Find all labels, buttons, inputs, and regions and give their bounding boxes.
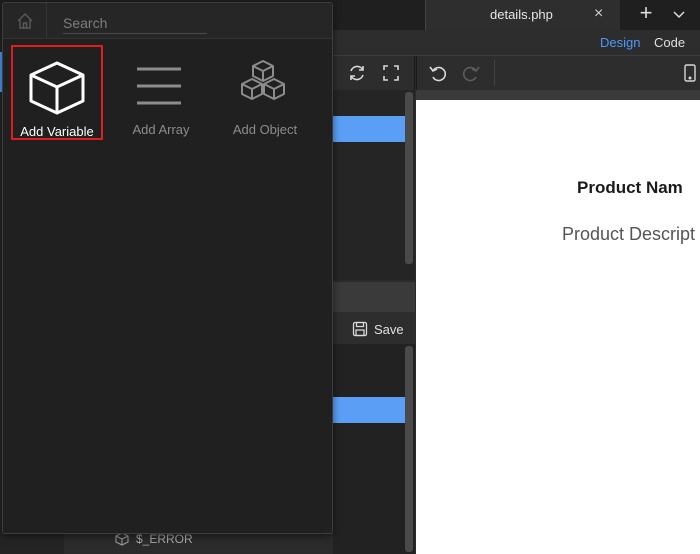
product-description-text[interactable]: Product Descript bbox=[562, 224, 695, 245]
selected-row[interactable] bbox=[333, 116, 405, 142]
home-button[interactable] bbox=[3, 3, 47, 39]
app-window: details.php × + Design Code Save Product… bbox=[0, 0, 700, 554]
fullscreen-icon[interactable] bbox=[380, 62, 402, 84]
save-button[interactable]: Save bbox=[352, 319, 404, 339]
scrollbar[interactable] bbox=[405, 92, 413, 264]
popup-header bbox=[3, 3, 332, 39]
data-panel bbox=[333, 344, 415, 554]
cube-icon bbox=[29, 61, 85, 115]
lines-icon bbox=[137, 67, 181, 105]
mobile-device-icon[interactable] bbox=[679, 62, 700, 84]
redo-icon[interactable] bbox=[460, 62, 482, 84]
add-array-label: Add Array bbox=[132, 122, 190, 137]
close-icon[interactable]: × bbox=[594, 5, 603, 23]
tab-label: details.php bbox=[490, 7, 553, 22]
design-canvas[interactable] bbox=[416, 100, 700, 554]
save-label: Save bbox=[374, 321, 404, 337]
panel-toolbar bbox=[333, 56, 415, 90]
code-mode-button[interactable]: Code bbox=[654, 35, 685, 50]
product-name-heading[interactable]: Product Nam bbox=[577, 178, 683, 198]
toolbar-divider bbox=[494, 60, 495, 86]
tab-details-php[interactable]: details.php × bbox=[425, 0, 620, 30]
design-mode-button[interactable]: Design bbox=[600, 35, 640, 50]
scrollbar[interactable] bbox=[405, 346, 413, 552]
undo-icon[interactable] bbox=[427, 62, 449, 84]
add-variable-button[interactable]: Add Variable bbox=[11, 45, 103, 140]
refresh-icon[interactable] bbox=[346, 62, 368, 84]
add-object-label: Add Object bbox=[232, 122, 298, 137]
tree-item-error[interactable]: $_ERROR bbox=[114, 532, 193, 546]
home-icon bbox=[17, 13, 32, 29]
preview-ruler bbox=[416, 90, 700, 100]
chevron-down-icon[interactable] bbox=[670, 4, 688, 24]
cube-icon bbox=[115, 532, 129, 546]
search-input[interactable] bbox=[63, 12, 207, 34]
add-array-button[interactable]: Add Array bbox=[115, 45, 207, 140]
add-data-popup: Add Variable Add Array Add Object bbox=[2, 2, 333, 534]
add-object-button[interactable]: Add Object bbox=[219, 45, 311, 140]
preview-toolbar bbox=[416, 56, 700, 90]
stacked-cubes-icon bbox=[241, 60, 285, 100]
selected-row[interactable] bbox=[333, 397, 405, 423]
add-variable-label: Add Variable bbox=[20, 124, 94, 139]
save-icon bbox=[352, 321, 368, 337]
new-tab-button[interactable]: + bbox=[634, 1, 658, 27]
tree-item-label: $_ERROR bbox=[136, 532, 193, 546]
panel-header bbox=[333, 282, 415, 312]
